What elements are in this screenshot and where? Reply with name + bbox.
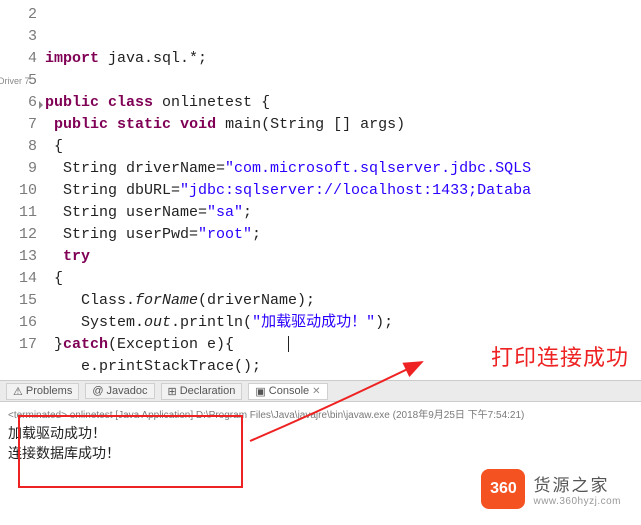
code-line bbox=[45, 28, 54, 45]
tab-declaration[interactable]: ⊞ Declaration bbox=[161, 383, 243, 400]
code-line bbox=[45, 72, 54, 89]
code-line: e.printStackTrace(); bbox=[45, 358, 261, 375]
side-panel-label: Driver 7 bbox=[0, 76, 30, 86]
tab-javadoc[interactable]: @ Javadoc bbox=[85, 383, 154, 399]
console-line: 连接数据库成功！ bbox=[8, 444, 633, 464]
code-line: }catch(Exception e){ bbox=[45, 336, 289, 353]
code-line: public class onlinetest { bbox=[45, 94, 270, 111]
code-line: String dbURL="jdbc:sqlserver://localhost… bbox=[45, 182, 531, 199]
console-panel: <terminated> onlinetest [Java Applicatio… bbox=[0, 402, 641, 470]
logo-url: www.360hyzj.com bbox=[533, 496, 621, 507]
bottom-tabs: ⚠ Problems @ Javadoc ⊞ Declaration ▣ Con… bbox=[0, 380, 641, 402]
line-number-gutter: 2 3 4 5 6 7 8 9 10 11 12 13 14 15 16 17 bbox=[0, 4, 45, 380]
tab-console[interactable]: ▣ Console ✕ bbox=[248, 383, 327, 400]
javadoc-icon: @ bbox=[92, 385, 103, 397]
code-line: String driverName="com.microsoft.sqlserv… bbox=[45, 160, 531, 177]
code-line: String userPwd="root"; bbox=[45, 226, 261, 243]
code-line: { bbox=[45, 270, 63, 287]
tab-label: Console bbox=[269, 385, 309, 397]
code-line: public static void main(String [] args) bbox=[45, 116, 405, 133]
console-line: 加载驱动成功！ bbox=[8, 424, 633, 444]
declaration-icon: ⊞ bbox=[168, 385, 177, 398]
logo-name: 货源之家 bbox=[533, 471, 621, 496]
code-line: try bbox=[45, 248, 90, 265]
code-line: import java.sql.*; bbox=[45, 50, 207, 67]
text-cursor bbox=[288, 336, 289, 352]
console-output[interactable]: 加载驱动成功！ 连接数据库成功！ bbox=[8, 424, 633, 464]
tab-label: Declaration bbox=[180, 385, 236, 397]
code-editor[interactable]: 2 3 4 5 6 7 8 9 10 11 12 13 14 15 16 17 … bbox=[0, 0, 641, 380]
close-icon[interactable]: ✕ bbox=[312, 386, 320, 397]
code-line: { bbox=[45, 138, 63, 155]
code-line: System.out.println("加载驱动成功！"); bbox=[45, 314, 393, 331]
tab-label: Javadoc bbox=[107, 385, 148, 397]
tab-label: Problems bbox=[26, 385, 72, 397]
logo-badge: 360 bbox=[481, 469, 525, 509]
annotation-text: 打印连接成功 bbox=[491, 340, 629, 372]
tab-problems[interactable]: ⚠ Problems bbox=[6, 383, 79, 400]
watermark-logo: 360 货源之家 www.360hyzj.com bbox=[481, 469, 621, 509]
code-line: Class.forName(driverName); bbox=[45, 292, 315, 309]
code-line: String userName="sa"; bbox=[45, 204, 252, 221]
console-icon: ▣ bbox=[255, 385, 265, 398]
console-header: <terminated> onlinetest [Java Applicatio… bbox=[8, 404, 633, 424]
problems-icon: ⚠ bbox=[13, 385, 23, 398]
code-content[interactable]: import java.sql.*; public class onlinete… bbox=[45, 4, 641, 380]
